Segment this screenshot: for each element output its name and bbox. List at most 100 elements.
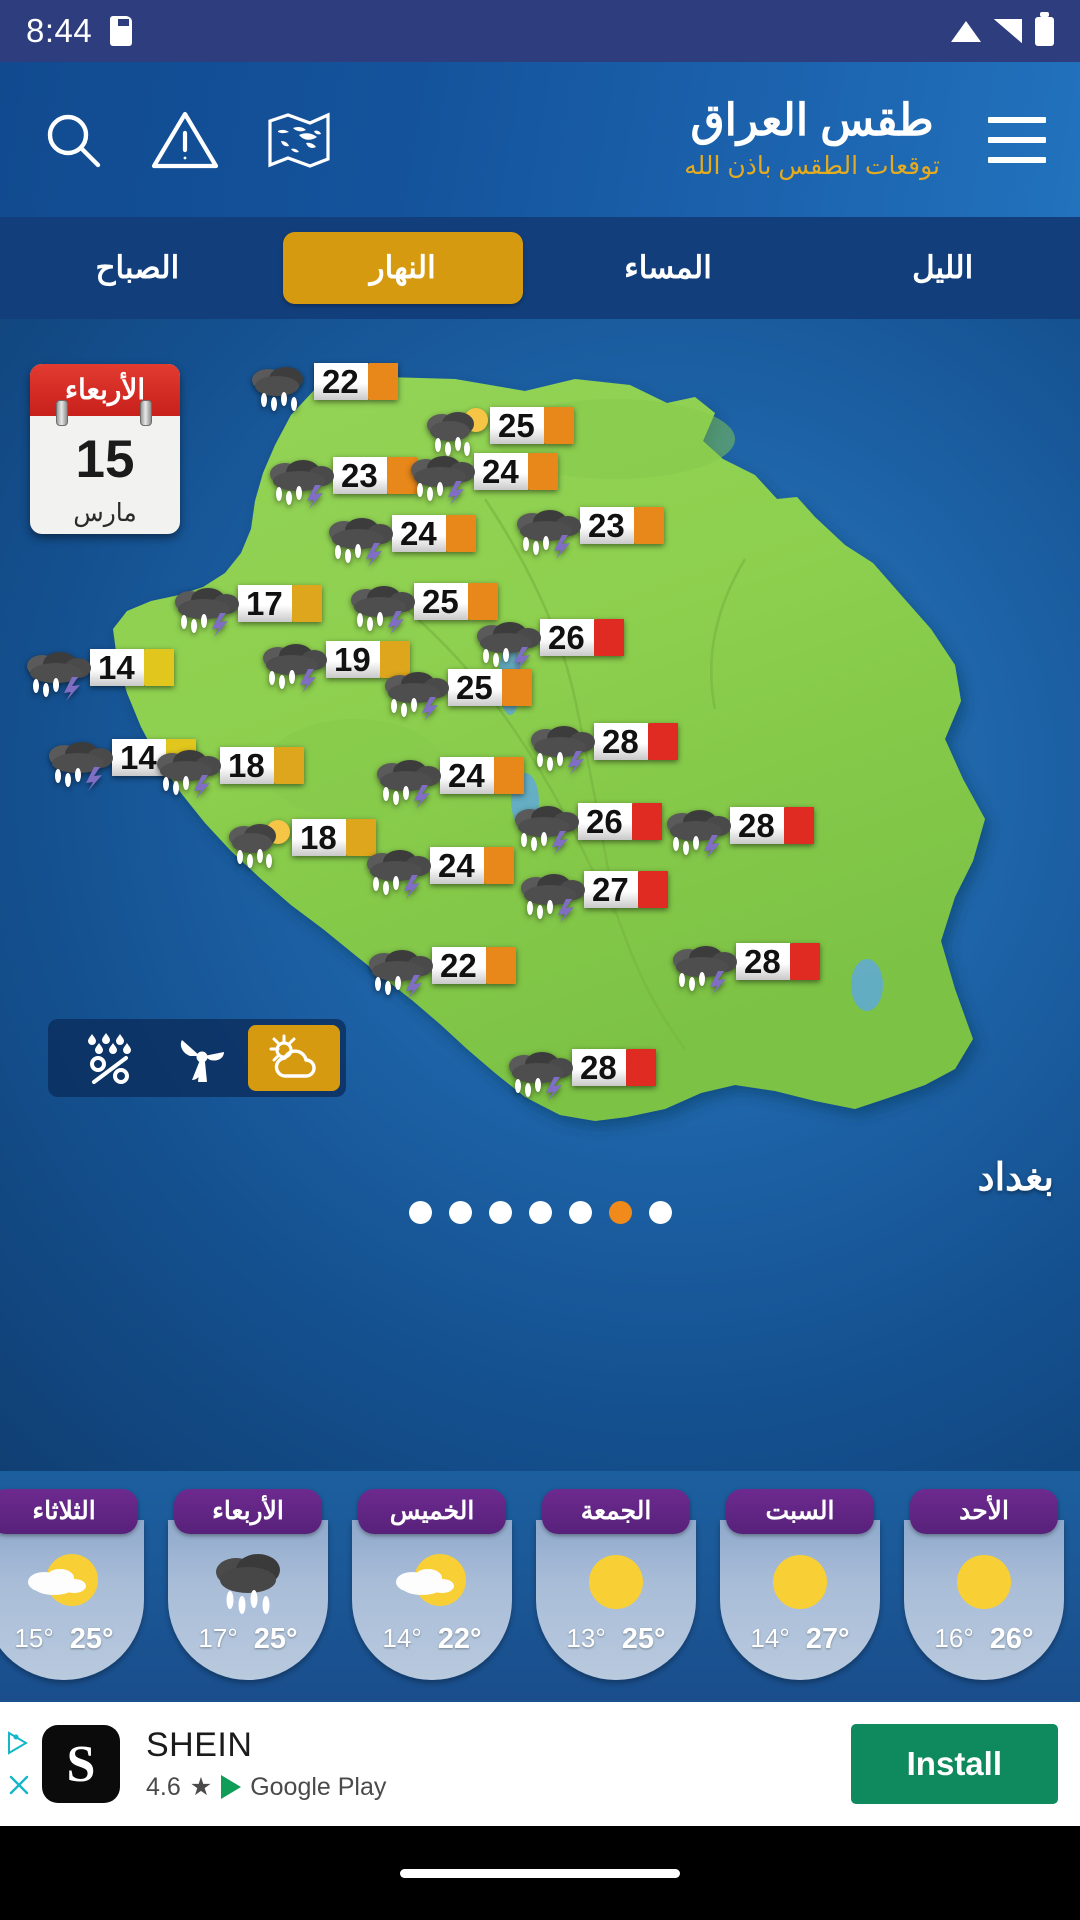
pagination-dot[interactable]	[448, 1201, 472, 1224]
temperature-marker[interactable]: 14	[20, 649, 174, 701]
forecast-high-temp: 26°	[989, 1623, 1034, 1655]
pagination-dot[interactable]	[568, 1201, 592, 1224]
thunderstorm-icon	[263, 457, 337, 509]
temperature-marker[interactable]: 26	[470, 619, 624, 671]
time-of-day-tabs: الليل المساء النهار الصباح	[0, 217, 1080, 319]
marker-color-swatch	[631, 803, 662, 840]
marker-color-swatch	[593, 619, 624, 656]
thunderstorm-icon	[510, 507, 584, 559]
forecast-day-card[interactable]: الثلاثاء 15° 25°	[0, 1489, 154, 1680]
forecast-day-name: الثلاثاء	[0, 1489, 138, 1534]
weather-app-screen: 8:44 طقس العراق توقعات الطقس باذن الله ا…	[0, 0, 1080, 1920]
forecast-temperatures: 14° 27°	[720, 1623, 880, 1656]
tab-day[interactable]: النهار	[282, 232, 523, 304]
forecast-day-name: الأربعاء	[174, 1489, 322, 1534]
temperature-marker[interactable]: 23	[510, 507, 664, 559]
thunderstorm-icon	[404, 453, 478, 505]
marker-color-swatch	[483, 847, 514, 884]
temperature-marker[interactable]: 26	[508, 803, 662, 855]
forecast-day-card[interactable]: الأربعاء 17° 25°	[158, 1489, 338, 1680]
pagination-dot[interactable]	[408, 1201, 432, 1224]
pagination-dots[interactable]	[0, 1201, 1080, 1224]
temperature-marker[interactable]: 28	[666, 943, 820, 995]
app-bar: طقس العراق توقعات الطقس باذن الله	[0, 62, 1080, 217]
marker-color-swatch	[501, 669, 532, 706]
thunderstorm-icon	[524, 723, 598, 775]
hamburger-menu-icon[interactable]	[988, 116, 1046, 163]
wind-mode-button[interactable]	[156, 1025, 248, 1091]
temperature-marker[interactable]: 28	[660, 807, 814, 859]
map-mode-toggle-group	[48, 1019, 346, 1097]
pagination-dot[interactable]	[528, 1201, 552, 1224]
ad-app-icon: S	[42, 1725, 120, 1803]
forecast-temperatures: 14° 22°	[352, 1623, 512, 1656]
world-map-icon[interactable]	[266, 109, 332, 171]
wind-turbine-icon	[180, 1040, 224, 1082]
tab-morning[interactable]: الصباح	[0, 232, 275, 304]
search-icon[interactable]	[42, 109, 104, 171]
marker-temperature: 22	[432, 947, 486, 984]
temperature-marker[interactable]: 25	[420, 407, 574, 456]
ad-banner[interactable]: S SHEIN 4.6 ★ Google Play Install	[0, 1702, 1080, 1826]
marker-temperature: 26	[540, 619, 594, 656]
marker-temperature: 14	[90, 649, 144, 686]
weather-map[interactable]: الأربعاء 15 مارس 22 25 23 24 24 23 17 25…	[0, 319, 1080, 1471]
temperature-marker[interactable]: 28	[524, 723, 678, 775]
temperature-marker[interactable]: 25	[344, 583, 498, 635]
ad-rating: 4.6	[146, 1772, 181, 1801]
forecast-day-card[interactable]: السبت 14° 27°	[710, 1489, 890, 1680]
marker-temperature: 25	[490, 407, 544, 444]
battery-icon	[1035, 11, 1054, 46]
temperature-marker[interactable]: 17	[168, 585, 322, 637]
sun-cloud-icon	[269, 1034, 316, 1078]
tab-evening[interactable]: المساء	[531, 232, 806, 304]
marker-temperature: 24	[430, 847, 484, 884]
marker-color-swatch	[637, 871, 668, 908]
thunderstorm-icon	[322, 515, 396, 567]
status-bar-indicators	[951, 11, 1054, 46]
sun-icon	[941, 1542, 1027, 1633]
temperature-marker[interactable]: 24	[360, 847, 514, 899]
marker-color-swatch	[647, 723, 678, 760]
forecast-low-temp: 14°	[382, 1623, 422, 1653]
temperature-marker[interactable]: 18	[150, 747, 304, 799]
star-icon: ★	[189, 1773, 213, 1801]
temperature-marker[interactable]: 18	[222, 819, 376, 868]
pagination-dot[interactable]	[648, 1201, 672, 1224]
temperature-marker[interactable]: 28	[502, 1049, 656, 1101]
temperature-marker[interactable]: 24	[370, 757, 524, 809]
thunderstorm-icon	[344, 583, 418, 635]
tab-night[interactable]: الليل	[805, 232, 1080, 304]
thunderstorm-icon	[168, 585, 242, 637]
temperature-marker[interactable]: 24	[404, 453, 558, 505]
marker-color-swatch	[783, 807, 814, 844]
install-button[interactable]: Install	[850, 1724, 1058, 1804]
forecast-card-body: 17° 25°	[168, 1520, 328, 1680]
rain-cloud-sun-icon	[222, 819, 296, 868]
thunderstorm-icon	[502, 1049, 576, 1101]
precipitation-mode-button[interactable]	[64, 1025, 156, 1091]
status-bar-time: 8:44	[26, 12, 93, 49]
temperature-marker[interactable]: 27	[514, 871, 668, 923]
daily-forecast-strip[interactable]: الأحد 16° 26° السبت 14° 27° الجمعة 13° 2…	[0, 1471, 1080, 1702]
temperature-marker[interactable]: 24	[322, 515, 476, 567]
marker-color-swatch	[143, 649, 174, 686]
status-bar: 8:44	[0, 0, 1080, 62]
forecast-card-body: 14° 22°	[352, 1520, 512, 1680]
marker-temperature: 23	[333, 457, 387, 494]
pagination-dot[interactable]	[608, 1201, 632, 1224]
temperature-marker[interactable]: 23	[263, 457, 417, 509]
temperature-marker[interactable]: 25	[378, 669, 532, 721]
temperature-marker[interactable]: 22	[244, 363, 398, 411]
wifi-icon	[951, 19, 981, 43]
pagination-dot[interactable]	[488, 1201, 512, 1224]
home-gesture-pill[interactable]	[400, 1868, 680, 1878]
forecast-day-card[interactable]: الأحد 16° 26°	[894, 1489, 1074, 1680]
marker-temperature: 18	[220, 747, 274, 784]
forecast-day-card[interactable]: الخميس 14° 22°	[342, 1489, 522, 1680]
temperature-mode-button[interactable]	[248, 1025, 340, 1091]
temperature-marker[interactable]: 22	[362, 947, 516, 999]
google-play-icon	[221, 1775, 242, 1799]
forecast-day-card[interactable]: الجمعة 13° 25°	[526, 1489, 706, 1680]
warning-alert-icon[interactable]	[150, 108, 220, 172]
